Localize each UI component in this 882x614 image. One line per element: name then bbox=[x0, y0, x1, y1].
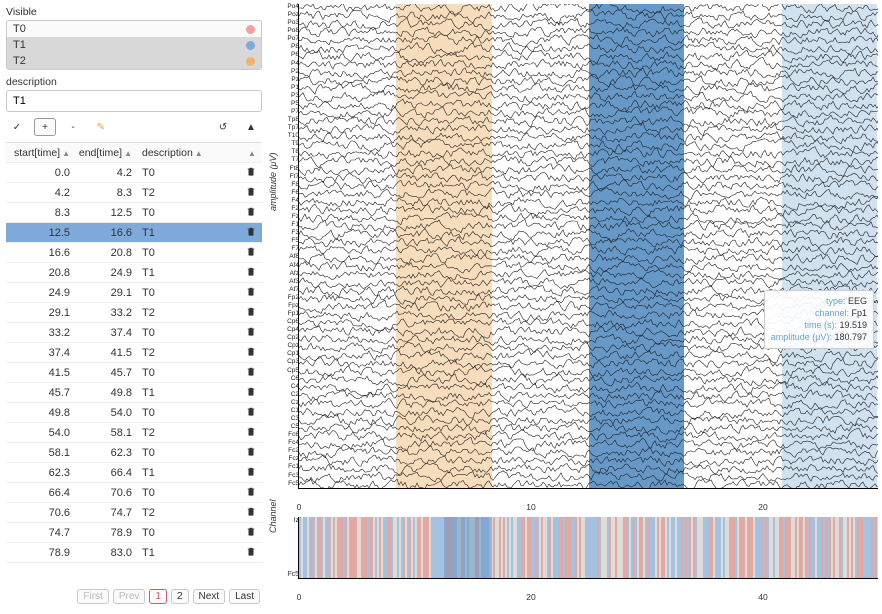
delete-icon[interactable] bbox=[246, 188, 256, 200]
table-row[interactable]: 8.312.5T0 bbox=[6, 203, 262, 223]
col-delete: ▲ bbox=[240, 145, 262, 161]
delete-icon[interactable] bbox=[246, 208, 256, 220]
table-row[interactable]: 16.620.8T0 bbox=[6, 243, 262, 263]
col-start[interactable]: start[time]▲ bbox=[6, 145, 74, 161]
overview-yticks: Iz Fc5 bbox=[277, 517, 299, 578]
pager-first[interactable]: First bbox=[77, 589, 108, 604]
eeg-plot[interactable]: amplitude (μV) Po4PozPo3Po8Po7P8P6P4P2Pz… bbox=[298, 4, 878, 489]
annotation-toolbar: ✓ + - ✎ ↺ ▲ bbox=[6, 118, 262, 136]
table-row[interactable]: 29.133.2T2 bbox=[6, 303, 262, 323]
eeg-tooltip: type: EEG channel: Fp1 time (s): 19.519 … bbox=[764, 290, 874, 349]
pager-page-2[interactable]: 2 bbox=[171, 589, 189, 604]
delete-icon[interactable] bbox=[246, 328, 256, 340]
description-label: description bbox=[6, 76, 262, 88]
delete-icon[interactable] bbox=[246, 508, 256, 520]
delete-icon[interactable] bbox=[246, 368, 256, 380]
table-row[interactable]: 62.366.4T1 bbox=[6, 463, 262, 483]
table-row[interactable]: 24.929.1T0 bbox=[6, 283, 262, 303]
confirm-button[interactable]: ✓ bbox=[6, 118, 28, 136]
pager-last[interactable]: Last bbox=[229, 589, 260, 604]
overview-selection[interactable] bbox=[444, 517, 492, 578]
delete-icon[interactable] bbox=[246, 268, 256, 280]
table-row[interactable]: 66.470.6T0 bbox=[6, 483, 262, 503]
undo-button[interactable]: ↺ bbox=[212, 118, 234, 136]
table-row[interactable]: 20.824.9T1 bbox=[6, 263, 262, 283]
visible-label: Visible bbox=[6, 6, 262, 18]
table-row[interactable]: 33.237.4T0 bbox=[6, 323, 262, 343]
delete-icon[interactable] bbox=[246, 308, 256, 320]
table-header: start[time]▲ end[time]▲ description▲ ▲ bbox=[6, 143, 262, 163]
table-row[interactable]: 37.441.5T2 bbox=[6, 343, 262, 363]
visible-item-T0[interactable]: T0 bbox=[7, 21, 261, 37]
delete-icon[interactable] bbox=[246, 168, 256, 180]
table-row[interactable]: 45.749.8T1 bbox=[6, 383, 262, 403]
pager-next[interactable]: Next bbox=[193, 589, 226, 604]
visible-item-T2[interactable]: T2 bbox=[7, 53, 261, 69]
delete-icon[interactable] bbox=[246, 548, 256, 560]
remove-button[interactable]: - bbox=[62, 118, 84, 136]
table-row[interactable]: 58.162.3T0 bbox=[6, 443, 262, 463]
col-desc[interactable]: description▲ bbox=[136, 145, 240, 161]
description-input[interactable] bbox=[6, 90, 262, 112]
table-row[interactable]: 0.04.2T0 bbox=[6, 163, 262, 183]
edit-button[interactable]: ✎ bbox=[90, 118, 112, 136]
table-row[interactable]: 41.545.7T0 bbox=[6, 363, 262, 383]
col-end[interactable]: end[time]▲ bbox=[74, 145, 136, 161]
delete-icon[interactable] bbox=[246, 488, 256, 500]
table-row[interactable]: 78.983.0T1 bbox=[6, 543, 262, 563]
pager-page-1[interactable]: 1 bbox=[149, 589, 167, 604]
table-row[interactable]: 4.28.3T2 bbox=[6, 183, 262, 203]
table-row[interactable]: 70.674.7T2 bbox=[6, 503, 262, 523]
delete-icon[interactable] bbox=[246, 248, 256, 260]
delete-icon[interactable] bbox=[246, 348, 256, 360]
delete-icon[interactable] bbox=[246, 228, 256, 240]
visible-item-T1[interactable]: T1 bbox=[7, 37, 261, 53]
delete-icon[interactable] bbox=[246, 408, 256, 420]
overview-plot[interactable]: Channel Iz Fc5 02040 bbox=[298, 517, 878, 579]
table-row[interactable]: 12.516.6T1 bbox=[6, 223, 262, 243]
delete-icon[interactable] bbox=[246, 528, 256, 540]
delete-icon[interactable] bbox=[246, 468, 256, 480]
pager: First Prev 12 Next Last bbox=[6, 585, 262, 608]
delete-icon[interactable] bbox=[246, 428, 256, 440]
table-row[interactable]: 54.058.1T2 bbox=[6, 423, 262, 443]
delete-icon[interactable] bbox=[246, 388, 256, 400]
visible-list: T0T1T2 bbox=[6, 20, 262, 70]
delete-icon[interactable] bbox=[246, 288, 256, 300]
table-row[interactable]: 49.854.0T0 bbox=[6, 403, 262, 423]
pager-prev[interactable]: Prev bbox=[113, 589, 146, 604]
warn-button[interactable]: ▲ bbox=[240, 118, 262, 136]
delete-icon[interactable] bbox=[246, 448, 256, 460]
eeg-channel-labels: Po4PozPo3Po8Po7P8P6P4P2PzP1P3P5P7Tp8Tp7T… bbox=[277, 4, 299, 488]
table-row[interactable]: 74.778.9T0 bbox=[6, 523, 262, 543]
annotation-table: start[time]▲ end[time]▲ description▲ ▲ 0… bbox=[6, 142, 262, 585]
add-button[interactable]: + bbox=[34, 118, 56, 136]
